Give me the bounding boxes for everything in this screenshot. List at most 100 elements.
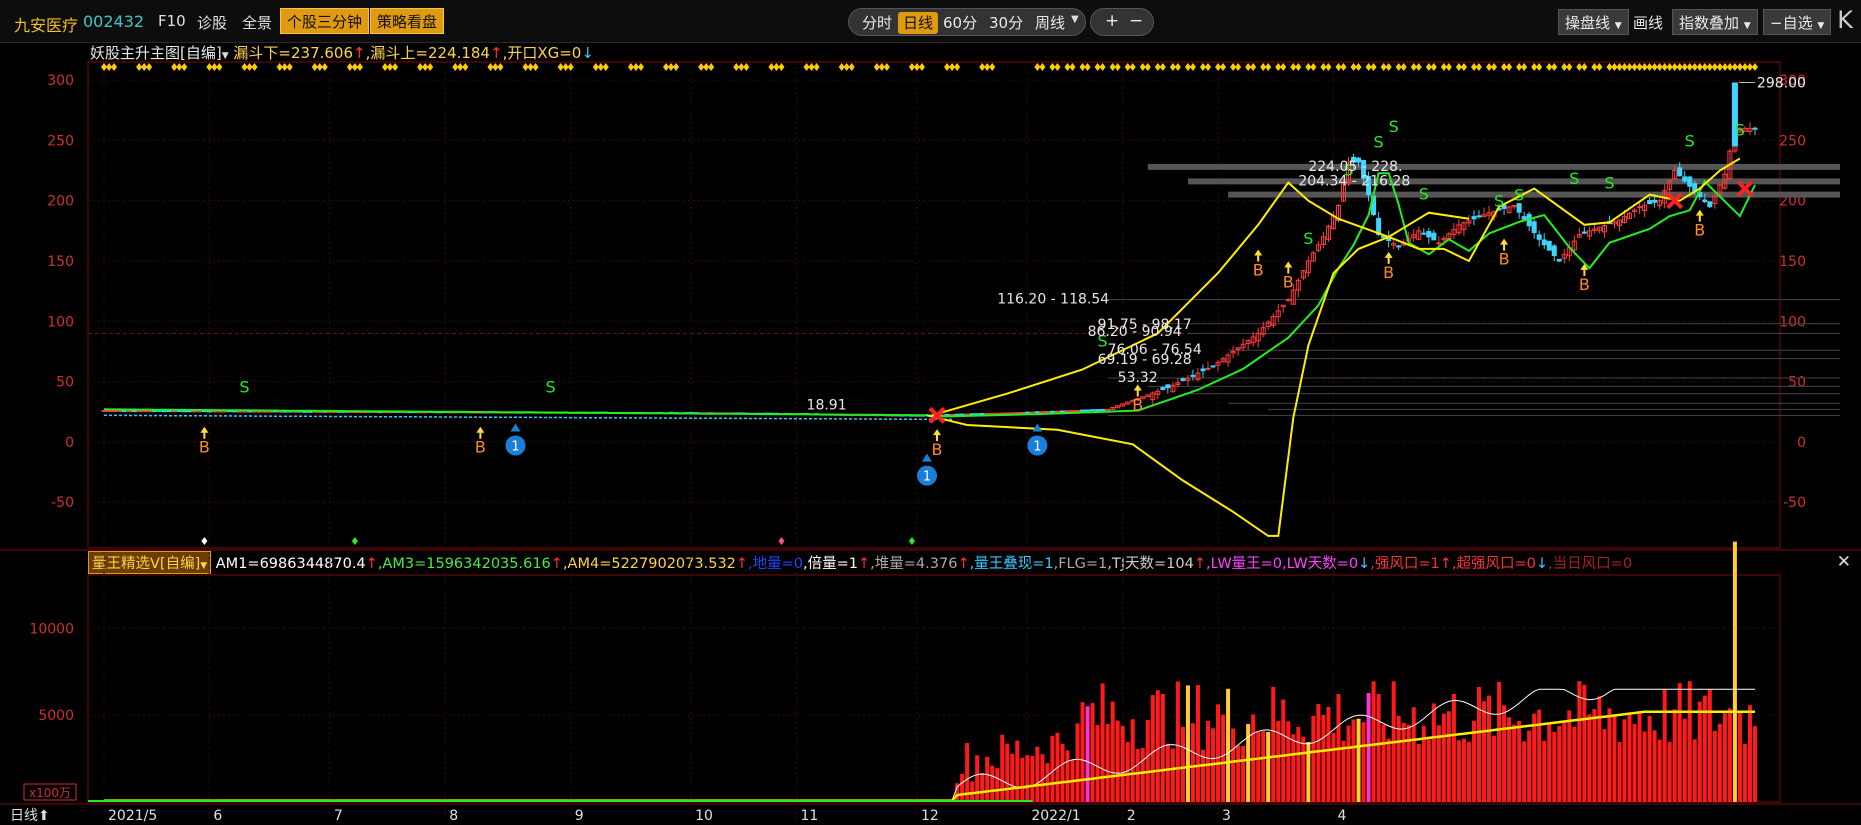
volume-bar: [1180, 726, 1185, 802]
signal-diamond: [181, 63, 188, 71]
volume-bar: [1185, 685, 1190, 802]
signal-diamond: [251, 63, 258, 71]
volume-bar: [1512, 724, 1517, 802]
volume-bar: [1286, 721, 1291, 802]
main-y-tick-label: 0: [65, 435, 74, 451]
candle-body: [999, 412, 1005, 415]
stock-chart[interactable]: -50 -500 050 50100 100150 150200 200250 250300 3…: [0, 0, 1861, 825]
signal-diamond: [1430, 63, 1437, 71]
volume-bar: [1697, 701, 1702, 802]
volume-bar: [1155, 690, 1160, 802]
main-y-tick-label: 50: [56, 375, 74, 391]
period-footer[interactable]: 日线⬆: [10, 805, 50, 825]
signal-diamond: [111, 63, 118, 71]
volume-bar: [1266, 731, 1271, 802]
candle-body: [1426, 231, 1432, 238]
period-footer-label: 日线: [10, 808, 38, 824]
volume-bar: [1010, 753, 1015, 802]
volume-bar: [1105, 723, 1110, 802]
candle-body: [1095, 409, 1101, 412]
volume-bar: [1256, 731, 1261, 802]
volume-bar: [1206, 720, 1210, 802]
x-tick-label: 8: [449, 808, 458, 824]
volume-bar: [1682, 718, 1687, 802]
main-y-tick-label: -50: [51, 495, 74, 511]
triangle-up-icon: [1032, 423, 1043, 432]
signal-diamond: [883, 63, 890, 71]
signal-diamond: [532, 63, 539, 71]
volume-bar: [995, 768, 1000, 802]
volume-bar: [1216, 704, 1221, 802]
candle-body: [979, 413, 985, 416]
signal-diamond: [1235, 63, 1242, 71]
volume-bar: [1175, 681, 1180, 802]
buy-signal-marker: B: [199, 438, 210, 457]
candle-body: [1637, 206, 1643, 209]
volume-bar: [1236, 745, 1241, 802]
main-y-tick-label-right: 100: [1779, 314, 1806, 330]
signal-diamond: [1400, 63, 1407, 71]
volume-bar: [1005, 743, 1010, 802]
x-tick-label: 2021/5: [108, 808, 157, 824]
candle-body: [1546, 240, 1552, 251]
volume-bar: [1552, 732, 1557, 802]
candle-body: [146, 410, 152, 413]
volume-bar: [960, 773, 965, 802]
volume-bar: [1476, 686, 1481, 802]
volume-bar: [1602, 729, 1607, 802]
volume-bar: [1301, 736, 1306, 802]
volume-bar: [1221, 714, 1226, 802]
volume-bar: [1346, 725, 1351, 802]
volume-bar: [1050, 735, 1055, 802]
volume-bar: [1060, 743, 1065, 802]
candle-body: [1687, 176, 1693, 187]
signal-diamond: [427, 63, 434, 71]
volume-bar: [1642, 731, 1647, 802]
sell-signal-marker: S: [1685, 131, 1695, 150]
sell-signal-marker: S: [1494, 192, 1504, 211]
price-range-label: 18.91: [807, 398, 847, 414]
x-tick-label: 11: [801, 808, 819, 824]
volume-bar: [1431, 703, 1436, 802]
signal-diamond: [1751, 63, 1758, 71]
volume-bar: [1000, 734, 1005, 802]
volume-bar: [1311, 715, 1316, 802]
signal-diamond: [1295, 63, 1302, 71]
sell-signal-marker: S: [239, 377, 249, 396]
volume-bar: [1261, 731, 1266, 802]
volume-bar: [1567, 710, 1572, 802]
volume-bar: [1020, 757, 1025, 802]
volume-bar: [1356, 718, 1361, 802]
volume-bar: [1487, 695, 1492, 802]
signal-diamond: [813, 63, 820, 71]
signal-diamond: [1310, 63, 1317, 71]
signal-diamond: [1581, 63, 1588, 71]
candle-body: [944, 413, 950, 416]
price-range-label: 204.34 - 216.28: [1298, 173, 1410, 189]
volume-bar: [1226, 688, 1231, 802]
volume-bar: [1527, 730, 1532, 802]
signal-diamond: [602, 63, 609, 71]
signal-diamond: [918, 63, 925, 71]
volume-bar: [1547, 723, 1552, 802]
volume-bar: [1271, 686, 1276, 802]
candle-body: [954, 413, 960, 416]
volume-bar: [1150, 695, 1155, 802]
volume-bar: [1416, 743, 1421, 802]
sell-signal-marker: S: [1735, 121, 1745, 140]
signal-diamond: [1551, 63, 1558, 71]
x-tick-label: 2: [1127, 808, 1136, 824]
candle-body: [964, 413, 970, 416]
sell-signal-marker: S: [1303, 229, 1313, 248]
volume-bar: [1722, 713, 1727, 802]
x-tick-label: 3: [1222, 808, 1231, 824]
candle-body: [1075, 409, 1081, 412]
volume-bar: [1125, 741, 1130, 802]
candle-body: [969, 413, 975, 416]
volume-bar: [1406, 724, 1411, 802]
candle-body: [136, 410, 142, 413]
candle-body: [1004, 412, 1010, 415]
volume-bar: [1025, 755, 1030, 802]
candle-body: [131, 410, 137, 413]
volume-bar: [1075, 723, 1080, 802]
